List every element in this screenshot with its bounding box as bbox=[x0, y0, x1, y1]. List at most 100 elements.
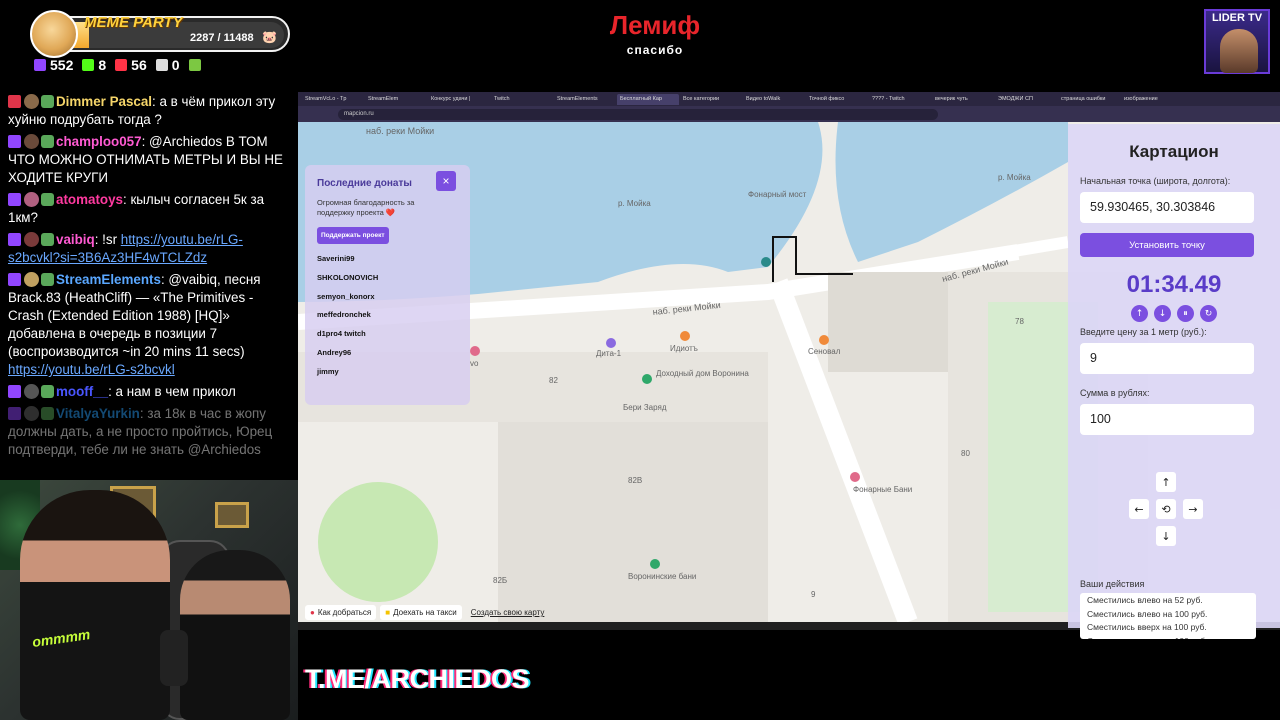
donation-alert: Лемиф спасибо bbox=[560, 10, 750, 57]
browser-tab[interactable]: StreamElem bbox=[365, 94, 427, 105]
viewer-stat bbox=[188, 57, 205, 73]
close-icon[interactable]: × bbox=[436, 171, 456, 191]
browser-tab[interactable]: Twitch bbox=[491, 94, 553, 105]
sum-label: Сумма в рублях: bbox=[1080, 388, 1150, 398]
avatar bbox=[24, 94, 39, 109]
sum-input[interactable]: 100 bbox=[1080, 404, 1254, 435]
chat-link[interactable]: https://youtu.be/rLG-s2bcvkl bbox=[8, 362, 175, 377]
donor-name: Saverini99 bbox=[317, 254, 355, 263]
lider-avatar bbox=[1220, 29, 1258, 73]
viewer-count: 0 bbox=[171, 57, 180, 73]
donor-name: Andrey96 bbox=[317, 347, 352, 357]
browser-tab[interactable]: Все категории bbox=[680, 94, 742, 105]
chat-message: mooff__: а нам в чем прикол bbox=[0, 382, 298, 404]
timer: 01:34.49 bbox=[1126, 271, 1222, 298]
voronin-poi-icon bbox=[642, 374, 652, 384]
avatar bbox=[24, 272, 39, 287]
wall-painting bbox=[215, 502, 249, 528]
start-point-label: Начальная точка (широта, долгота): bbox=[1080, 176, 1231, 186]
baths-poi-icon bbox=[850, 472, 860, 482]
avatar bbox=[24, 134, 39, 149]
create-map-link[interactable]: Создать свою карту bbox=[466, 605, 550, 620]
avatar bbox=[24, 192, 39, 207]
d-platform-icon bbox=[188, 59, 201, 71]
badge-icon bbox=[41, 95, 54, 108]
river-water-east bbox=[835, 122, 1068, 262]
donation-alert-name: Лемиф bbox=[609, 10, 701, 40]
chat-text: !sr bbox=[98, 232, 121, 247]
browser-toolbar: mapcion.ru bbox=[298, 106, 1280, 122]
map-house-number: 80 bbox=[961, 449, 970, 458]
taxi-button[interactable]: ■ Доехать на такси bbox=[380, 605, 462, 620]
browser-tab[interactable]: Бесплатный Кар bbox=[617, 93, 679, 105]
map-house-number: 78 bbox=[1015, 317, 1024, 326]
price-input[interactable]: 9 bbox=[1080, 343, 1254, 374]
building-block bbox=[828, 272, 948, 372]
streamer-guest bbox=[180, 550, 290, 720]
donor-name: jimmy bbox=[317, 366, 339, 376]
support-project-button[interactable]: Поддержать проект bbox=[317, 227, 389, 244]
webcam: ommmm bbox=[0, 480, 298, 720]
browser-tab[interactable]: страница ошибки bbox=[1058, 94, 1120, 105]
browser-tab[interactable]: Точной фиксо bbox=[806, 94, 868, 105]
map-label-poi: Доходный дом Воронина bbox=[656, 369, 749, 378]
viewer-count: 552 bbox=[50, 57, 74, 73]
donations-text: Огромная благодарность за поддержку прое… bbox=[317, 198, 415, 217]
map-label-poi: Фонарные Бани bbox=[853, 485, 912, 494]
map-footer: ● Как добраться ■ Доехать на такси Создать… bbox=[305, 605, 549, 620]
browser-tab[interactable]: изображение bbox=[1121, 94, 1183, 105]
move-left-button[interactable]: ← bbox=[1129, 499, 1149, 519]
twitch-icon bbox=[8, 135, 21, 148]
map-label-poi: Бери Заряд bbox=[623, 403, 667, 412]
map-label-embankment: наб. реки Мойки bbox=[366, 126, 434, 136]
price-label: Введите цену за 1 метр (руб.): bbox=[1080, 327, 1207, 337]
set-point-button[interactable]: Установить точку bbox=[1080, 233, 1254, 257]
refresh-icon[interactable]: ↻ bbox=[1200, 305, 1217, 322]
browser-tab[interactable]: Конкурс удачи | bbox=[428, 94, 490, 105]
actions-label: Ваши действия bbox=[1080, 579, 1145, 589]
browser-tab[interactable]: StreamElements bbox=[554, 94, 616, 105]
wasd-viewers-icon bbox=[155, 59, 168, 71]
telegram-link-overlay: T.ME/ARCHIEDOS bbox=[305, 664, 530, 694]
browser-tab[interactable]: вечерик чуть bbox=[932, 94, 994, 105]
donor-list: Saverini99 SHKOLONOVICH semyon_konorx meffe… bbox=[317, 254, 458, 386]
chat-username: StreamElements bbox=[56, 272, 161, 287]
badge-icon bbox=[41, 193, 54, 206]
arrow-up-icon[interactable]: ↑ bbox=[1131, 305, 1148, 322]
dita-poi-icon bbox=[606, 338, 616, 348]
doge-icon bbox=[30, 10, 78, 58]
address-bar[interactable]: mapcion.ru bbox=[338, 108, 938, 120]
chat-username: mooff__ bbox=[56, 384, 109, 399]
chat-panel: Dimmer Pascal: а в чём прикол эту хуйню … bbox=[0, 92, 298, 480]
browser-tab[interactable]: ЭМОДЖИ СП bbox=[995, 94, 1057, 105]
map-house-number: 9 bbox=[811, 590, 816, 599]
browser-tab[interactable]: StreamVcLo - Tp bbox=[302, 94, 364, 105]
senoval-poi-icon bbox=[819, 335, 829, 345]
pause-icon[interactable]: ⏸ bbox=[1177, 305, 1194, 322]
start-point-input[interactable]: 59.930465, 30.303846 bbox=[1080, 192, 1254, 223]
action-entry: Сместились вверх на 100 руб. bbox=[1087, 622, 1207, 632]
browser-tab[interactable]: Видео toWalk bbox=[743, 94, 805, 105]
viewer-count: 56 bbox=[131, 57, 147, 73]
twitch-icon bbox=[8, 273, 21, 286]
browser-tab-strip: StreamVcLo - Tp StreamElem Конкурс удачи |… bbox=[298, 92, 1280, 106]
timer-controls: ↑ ↓ ⏸ ↻ bbox=[1080, 305, 1268, 322]
reset-icon[interactable]: ⟲ bbox=[1156, 499, 1176, 519]
action-entry: Сместились влево на 100 руб. bbox=[1087, 635, 1249, 640]
arrow-down-icon[interactable]: ↓ bbox=[1154, 305, 1171, 322]
meme-party-title: MEME PARTY bbox=[84, 14, 183, 31]
move-up-button[interactable]: ↑ bbox=[1156, 472, 1176, 492]
move-right-button[interactable]: → bbox=[1183, 499, 1203, 519]
viewer-stat: 8 bbox=[82, 57, 106, 73]
chat-username: atomatoys bbox=[56, 192, 123, 207]
chat-username: VitalyaYurkin bbox=[56, 406, 140, 421]
actions-list[interactable]: Сместились влево на 52 руб. Сместились вл… bbox=[1080, 593, 1256, 639]
route-button[interactable]: ● Как добраться bbox=[305, 605, 377, 620]
browser-tab[interactable]: ???? - Twitch bbox=[869, 94, 931, 105]
map-house-number: 82 bbox=[549, 376, 558, 385]
viewer-count: 8 bbox=[98, 57, 107, 73]
badge-icon bbox=[41, 135, 54, 148]
kick-viewers-icon bbox=[82, 59, 95, 71]
move-down-button[interactable]: ↓ bbox=[1156, 526, 1176, 546]
donor-name: d1pro4 twitch bbox=[317, 329, 366, 339]
